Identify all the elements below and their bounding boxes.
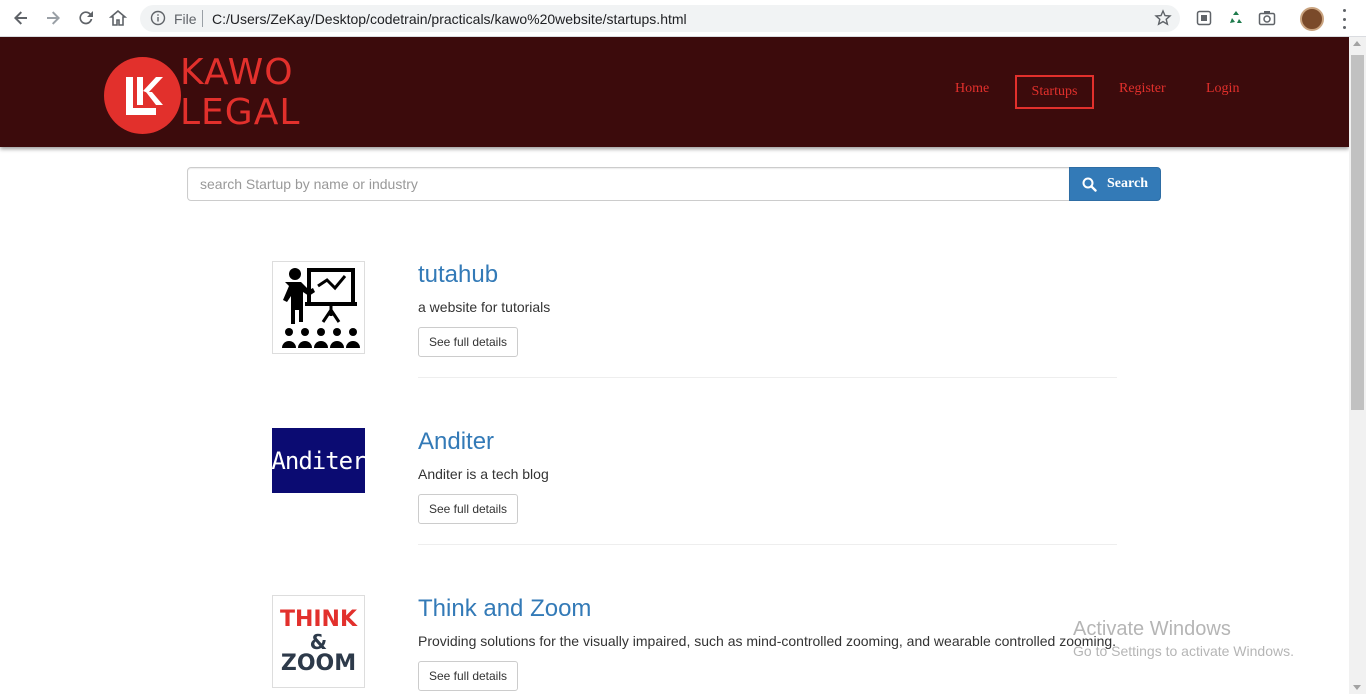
- browser-toolbar: File C:/Users/ZeKay/Desktop/codetrain/pr…: [0, 0, 1366, 37]
- nav-home[interactable]: Home: [955, 81, 989, 97]
- extension-camera-icon[interactable]: [1257, 8, 1277, 28]
- url-scheme-label: File: [174, 11, 197, 27]
- back-icon[interactable]: [11, 8, 31, 28]
- extension-cast-icon[interactable]: [1194, 8, 1214, 28]
- startup-thumbnail[interactable]: Anditer: [272, 428, 365, 493]
- page-viewport: KAWO LEGAL Home Startups Register Login …: [0, 37, 1349, 694]
- nav-startups-label: Startups: [1031, 84, 1078, 99]
- think-zoom-logo-line1: THINK: [279, 606, 358, 632]
- address-bar[interactable]: File C:/Users/ZeKay/Desktop/codetrain/pr…: [140, 5, 1180, 32]
- divider: [418, 377, 1117, 378]
- logo-emblem[interactable]: [104, 57, 181, 134]
- browser-menu-icon[interactable]: [1336, 9, 1352, 29]
- search-button-label: Search: [1107, 176, 1148, 191]
- nav-login[interactable]: Login: [1206, 81, 1239, 97]
- nav-register[interactable]: Register: [1119, 81, 1166, 97]
- logo-line-2: LEGAL: [180, 92, 301, 133]
- startup-title[interactable]: Anditer: [418, 428, 494, 456]
- startup-title[interactable]: tutahub: [418, 261, 498, 289]
- logo-lk-icon: [126, 77, 163, 115]
- forward-icon[interactable]: [43, 8, 63, 28]
- logo-line-1: KAWO: [180, 52, 294, 93]
- windows-activation-watermark: Activate Windows Go to Settings to activ…: [1073, 618, 1294, 659]
- watermark-title: Activate Windows: [1073, 618, 1231, 640]
- home-icon[interactable]: [108, 8, 128, 28]
- scrollbar-thumb[interactable]: [1351, 55, 1364, 410]
- anditer-logo-text: Anditer: [272, 446, 365, 475]
- see-full-details-button[interactable]: See full details: [418, 494, 518, 524]
- search-icon: [1082, 177, 1097, 192]
- extension-recycle-icon[interactable]: [1226, 8, 1246, 28]
- startup-title[interactable]: Think and Zoom: [418, 595, 591, 623]
- see-full-details-button[interactable]: See full details: [418, 327, 518, 357]
- startup-thumbnail[interactable]: [272, 261, 365, 354]
- profile-avatar[interactable]: [1300, 7, 1324, 31]
- startup-thumbnail[interactable]: THINK & ZOOM: [272, 595, 365, 688]
- think-zoom-logo-line2: &: [309, 629, 328, 654]
- divider: [418, 544, 1117, 545]
- startup-description: Anditer is a tech blog: [418, 466, 549, 482]
- bookmark-star-icon[interactable]: [1154, 9, 1172, 27]
- nav-startups[interactable]: Startups: [1015, 75, 1094, 109]
- scroll-up-arrow-icon[interactable]: [1353, 41, 1361, 46]
- think-zoom-logo-line3: ZOOM: [280, 650, 357, 676]
- site-header: KAWO LEGAL Home Startups Register Login: [0, 37, 1349, 147]
- teacher-presentation-icon: [282, 268, 360, 348]
- reload-icon[interactable]: [76, 8, 96, 28]
- search-button[interactable]: Search: [1069, 167, 1161, 201]
- url-separator: [202, 10, 203, 27]
- search-input[interactable]: [187, 167, 1070, 201]
- scroll-down-arrow-icon[interactable]: [1353, 685, 1361, 690]
- vertical-scrollbar[interactable]: [1349, 37, 1366, 694]
- see-full-details-button[interactable]: See full details: [418, 661, 518, 691]
- info-icon[interactable]: [150, 10, 166, 26]
- watermark-subtitle: Go to Settings to activate Windows.: [1073, 643, 1294, 659]
- startup-description: a website for tutorials: [418, 299, 551, 315]
- startup-description: Providing solutions for the visually imp…: [418, 633, 1117, 649]
- logo-wordmark[interactable]: KAWO LEGAL: [180, 53, 300, 133]
- url-text[interactable]: C:/Users/ZeKay/Desktop/codetrain/practic…: [212, 11, 687, 27]
